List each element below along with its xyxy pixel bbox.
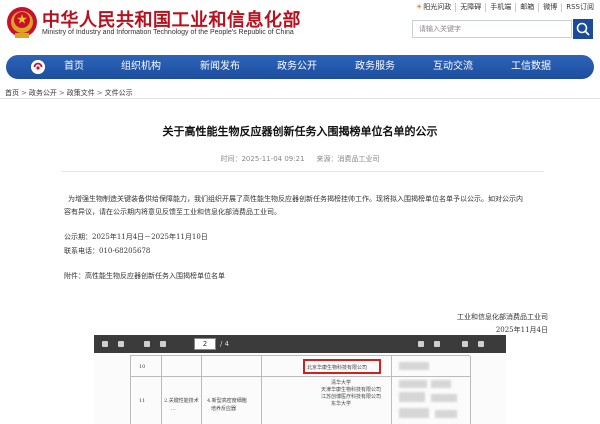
notice-period: 公示期：2025年11月4日－2025年11月10日 <box>64 233 208 241</box>
article-title: 关于高性能生物反应器创新任务入围揭榜单位名单的公示 <box>162 125 438 138</box>
redacted-cell <box>431 380 451 388</box>
download-icon[interactable] <box>478 341 484 347</box>
zoom-in-icon[interactable] <box>434 341 440 347</box>
redacted-cell <box>435 410 457 418</box>
redacted-cell <box>399 392 425 402</box>
pdf-page: 10 11 2.关键性能技术 ... 4.新型高密度细胞 培养反应器 北京华康生… <box>94 353 506 424</box>
zoom-out-icon[interactable] <box>418 341 424 347</box>
table-cell-task: 2.关键性能技术 <box>164 398 199 404</box>
nav-item-interaction[interactable]: 互动交流 <box>433 55 473 79</box>
search-icon <box>576 22 590 36</box>
table-cell-direction: 4.新型高密度细胞 <box>207 398 247 404</box>
find-icon[interactable] <box>118 341 124 347</box>
meta-divider <box>62 171 544 172</box>
breadcrumb-divider <box>0 98 600 99</box>
table-cell-task: ... <box>171 406 176 412</box>
article-paragraph: 为增强生物制造关键装备供给保障能力，我们组织开展了高性能生物反应器创新任务揭榜挂… <box>68 195 523 203</box>
article-paragraph-continued: 容有异议，请在公示期内将意见反馈至工业和信息化部消费品工业司。 <box>64 208 281 216</box>
top-link-mail[interactable]: 邮箱 <box>516 3 540 12</box>
redacted-cell <box>399 408 429 418</box>
nav-item-services[interactable]: 政务服务 <box>355 55 395 79</box>
table-cell-org: 天津华康生物科技有限公司 <box>321 387 382 393</box>
table-cell-org: 东华大学 <box>331 401 352 407</box>
table-cell-org: 清华大学 <box>331 380 352 386</box>
search-input[interactable]: 请输入关键字 <box>412 20 572 38</box>
breadcrumb-notice[interactable]: 文件公示 <box>105 89 133 97</box>
contact-phone: 联系电话：010-68205678 <box>64 247 151 255</box>
article-source: 来源：消费品工业司 <box>316 155 380 163</box>
search-button[interactable] <box>573 19 593 39</box>
print-icon[interactable] <box>462 341 468 347</box>
pdf-page-total: / 4 <box>220 340 230 348</box>
sun-icon: ☀ <box>415 3 423 11</box>
redacted-cell <box>431 394 457 402</box>
page-down-icon[interactable] <box>160 341 166 347</box>
breadcrumb-policy[interactable]: 政策文件 <box>67 89 95 97</box>
top-link-sunshine[interactable]: ☀阳光问政 <box>412 3 457 12</box>
signature-date: 2025年11月4日 <box>495 326 548 334</box>
pdf-tools-right <box>408 339 498 349</box>
article-meta: 时间：2025-11-04 09:21 来源：消费品工业司 <box>0 154 600 164</box>
highlight-box <box>303 359 381 374</box>
national-emblem-icon <box>7 7 37 38</box>
breadcrumb: 首页 > 政务公开 > 政策文件 > 文件公示 <box>5 89 133 97</box>
signature-org: 工业和信息化部消费品工业司 <box>457 313 548 321</box>
redacted-cell <box>399 362 429 370</box>
pdf-viewer: 2 / 4 10 11 2.关键性能技术 ... 4.新型高密度细胞 培养反应器… <box>94 335 506 424</box>
pdf-toolbar: 2 / 4 <box>94 335 506 353</box>
site-subtitle: Ministry of Industry and Information Tec… <box>42 29 294 36</box>
nav-item-organization[interactable]: 组织机构 <box>121 55 161 79</box>
home-logo-icon[interactable] <box>31 60 45 74</box>
top-links: ☀阳光问政 无障碍 手机端 邮箱 微博 RSS订阅 <box>412 3 594 12</box>
attachment-link[interactable]: 附件：高性能生物反应器创新任务入围揭榜单位名单 <box>64 271 225 281</box>
article-time: 时间：2025-11-04 09:21 <box>220 155 305 163</box>
nav-item-data[interactable]: 工信数据 <box>511 55 551 79</box>
top-link-weibo[interactable]: 微博 <box>539 3 563 12</box>
top-link-rss[interactable]: RSS订阅 <box>562 3 594 12</box>
pdf-table: 10 11 2.关键性能技术 ... 4.新型高密度细胞 培养反应器 北京华康生… <box>130 355 471 424</box>
site-header: 中华人民共和国工业和信息化部 Ministry of Industry and … <box>0 0 600 52</box>
page-up-icon[interactable] <box>144 341 150 347</box>
nav-item-home[interactable]: 首页 <box>64 55 84 79</box>
top-link-mobile[interactable]: 手机端 <box>486 3 517 12</box>
breadcrumb-government[interactable]: 政务公开 <box>29 89 57 97</box>
table-cell-direction: 培养反应器 <box>211 406 237 412</box>
redacted-cell <box>399 380 427 388</box>
pdf-tools-left <box>100 339 190 349</box>
table-cell-no: 10 <box>139 364 146 370</box>
main-nav: 首页 组织机构 新闻发布 政务公开 政务服务 互动交流 工信数据 <box>6 55 594 79</box>
table-cell-org: 江苏创博医疗科技有限公司 <box>321 394 382 400</box>
table-cell-no: 11 <box>139 398 146 404</box>
nav-item-news[interactable]: 新闻发布 <box>200 55 240 79</box>
sidebar-toggle-icon[interactable] <box>102 341 108 347</box>
pdf-page-input[interactable]: 2 <box>194 338 216 350</box>
breadcrumb-home[interactable]: 首页 <box>5 89 19 97</box>
top-link-accessibility[interactable]: 无障碍 <box>456 3 487 12</box>
nav-item-government-affairs[interactable]: 政务公开 <box>277 55 317 79</box>
